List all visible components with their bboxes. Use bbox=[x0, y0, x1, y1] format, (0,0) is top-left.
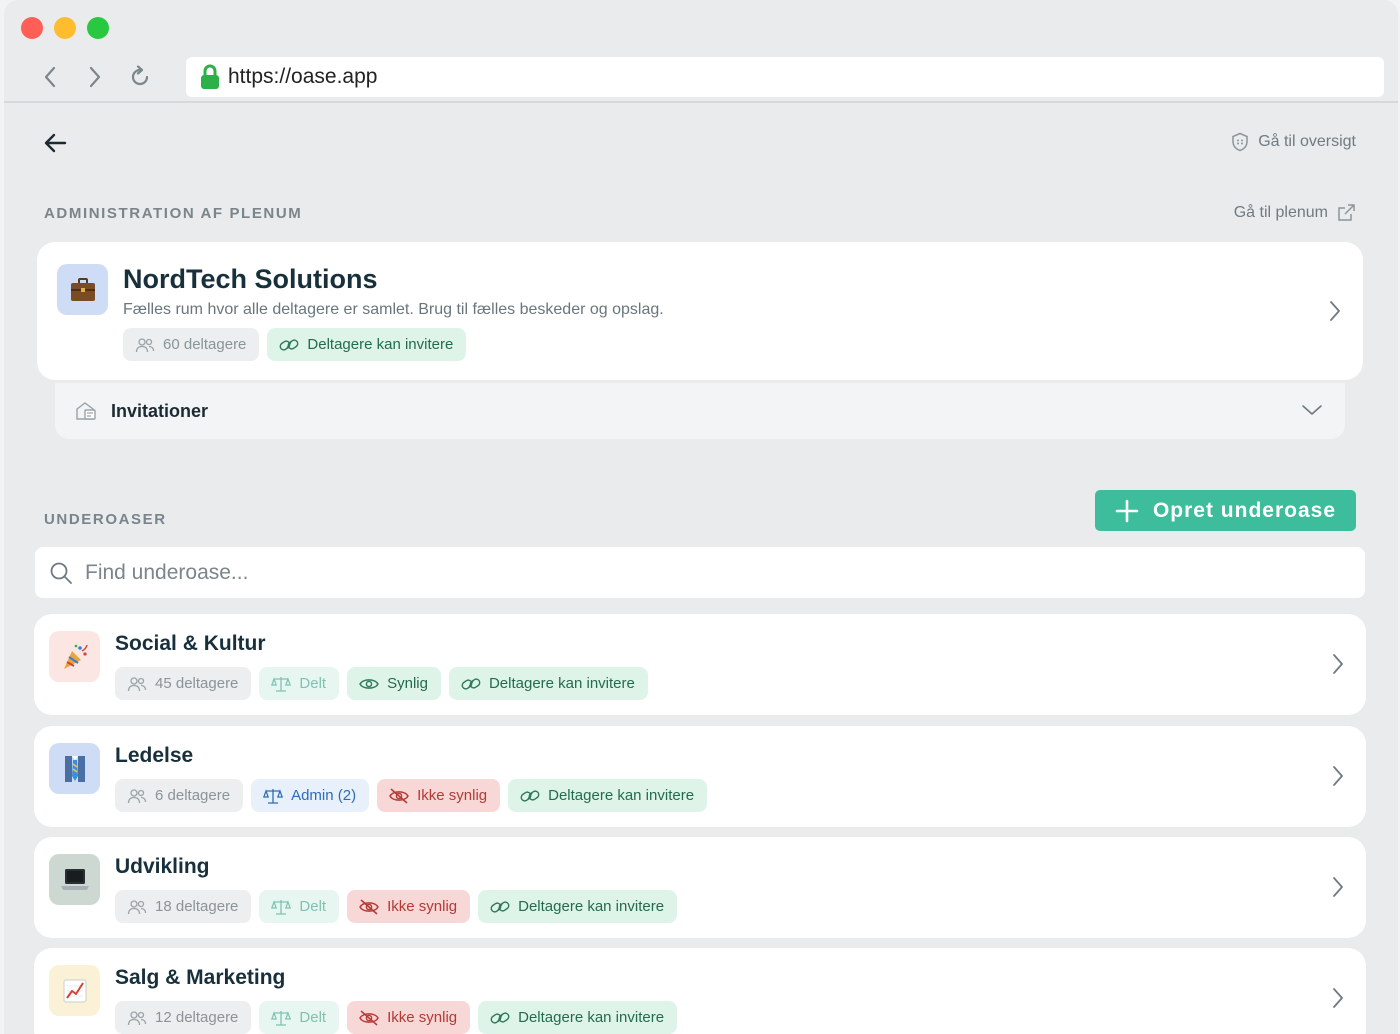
people-icon bbox=[127, 788, 147, 803]
members-badge: 60 deltagere bbox=[123, 328, 260, 361]
role-badge: Admin (2) bbox=[251, 779, 370, 812]
sub-oasis-search[interactable] bbox=[35, 547, 1365, 598]
laptop-icon bbox=[49, 854, 100, 905]
browser-window: https://oase.app Gå til oversigt ADMINIS… bbox=[4, 0, 1398, 1034]
sub-oasis-card[interactable]: Social & Kultur 45 deltagere Delt Synlig… bbox=[34, 614, 1366, 715]
admin-section-label: ADMINISTRATION AF PLENUM bbox=[44, 205, 303, 222]
reload-icon[interactable] bbox=[125, 62, 155, 92]
chart-increasing-icon bbox=[49, 965, 100, 1016]
address-bar[interactable]: https://oase.app bbox=[186, 57, 1384, 97]
url-text: https://oase.app bbox=[228, 65, 378, 88]
members-badge: 18 deltagere bbox=[115, 890, 252, 923]
visibility-badge: Ikke synlig bbox=[377, 779, 501, 812]
create-sub-oasis-button[interactable]: Opret underoase bbox=[1095, 490, 1356, 531]
overview-link-label: Gå til oversigt bbox=[1258, 133, 1356, 150]
lock-icon bbox=[201, 64, 219, 89]
people-icon bbox=[127, 899, 147, 914]
sub-oasis-card[interactable]: Salg & Marketing 12 deltagere Delt Ikke … bbox=[34, 948, 1366, 1034]
invite-badge: Deltagere kan invitere bbox=[478, 1001, 678, 1034]
shield-icon bbox=[1232, 132, 1248, 152]
sub-oasis-name: Social & Kultur bbox=[115, 632, 266, 655]
invitations-label: Invitationer bbox=[111, 400, 209, 421]
external-link-icon bbox=[1338, 204, 1355, 221]
necktie-icon bbox=[49, 743, 100, 794]
go-to-overview-link[interactable]: Gå til oversigt bbox=[1230, 132, 1356, 152]
chevron-down-icon bbox=[1302, 405, 1322, 415]
scales-icon bbox=[271, 899, 292, 915]
eye-off-icon bbox=[359, 1009, 379, 1026]
members-badge: 12 deltagere bbox=[115, 1001, 252, 1034]
sub-oasis-card[interactable]: Ledelse 6 deltagere Admin (2) Ikke synli… bbox=[34, 726, 1366, 827]
scales-icon bbox=[263, 788, 284, 804]
plenum-card[interactable]: NordTech Solutions Fælles rum hvor alle … bbox=[37, 242, 1363, 380]
subs-section-label: UNDEROASER bbox=[44, 511, 167, 528]
visibility-badge: Synlig bbox=[347, 667, 441, 700]
members-badge: 6 deltagere bbox=[115, 779, 244, 812]
browser-forward-icon[interactable] bbox=[80, 62, 110, 92]
browser-back-icon[interactable] bbox=[35, 62, 65, 92]
chevron-right-icon bbox=[1333, 877, 1343, 897]
visibility-badge: Ikke synlig bbox=[347, 1001, 471, 1034]
chevron-right-icon bbox=[1333, 766, 1343, 786]
briefcase-icon bbox=[57, 264, 108, 315]
invite-badge: Deltagere kan invitere bbox=[478, 890, 678, 923]
link-icon bbox=[461, 677, 481, 690]
sub-oasis-card[interactable]: Udvikling 18 deltagere Delt Ikke synlig … bbox=[34, 837, 1366, 938]
close-window-button[interactable] bbox=[21, 17, 43, 39]
chevron-right-icon bbox=[1333, 654, 1343, 674]
sub-oasis-name: Ledelse bbox=[115, 744, 194, 767]
org-name: NordTech Solutions bbox=[123, 264, 378, 294]
search-icon bbox=[50, 562, 72, 584]
search-input[interactable] bbox=[85, 560, 1085, 585]
invite-badge: Deltagere kan invitere bbox=[508, 779, 708, 812]
link-icon bbox=[490, 900, 510, 913]
link-icon bbox=[520, 789, 540, 802]
invitation-envelope-icon bbox=[76, 402, 96, 420]
chevron-right-icon bbox=[1333, 988, 1343, 1008]
go-to-plenum-link[interactable]: Gå til plenum bbox=[1234, 203, 1356, 223]
invite-badge: Deltagere kan invitere bbox=[267, 328, 467, 361]
people-icon bbox=[135, 337, 155, 352]
toolbar-divider bbox=[4, 101, 1398, 103]
link-icon bbox=[279, 338, 299, 351]
chevron-right-icon bbox=[1330, 301, 1340, 321]
visibility-badge: Ikke synlig bbox=[347, 890, 471, 923]
back-arrow-icon[interactable] bbox=[40, 128, 70, 158]
sub-oasis-name: Salg & Marketing bbox=[115, 966, 286, 989]
role-badge: Delt bbox=[259, 1001, 340, 1034]
people-icon bbox=[127, 676, 147, 691]
plenum-link-label: Gå til plenum bbox=[1233, 204, 1328, 221]
scales-icon bbox=[271, 676, 292, 692]
eye-off-icon bbox=[359, 898, 379, 915]
invitations-toggle[interactable]: Invitationer bbox=[55, 383, 1345, 439]
sub-oasis-name: Udvikling bbox=[115, 855, 210, 878]
people-icon bbox=[127, 1010, 147, 1025]
invite-badge: Deltagere kan invitere bbox=[448, 667, 648, 700]
party-popper-icon bbox=[49, 631, 100, 682]
org-description: Fælles rum hvor alle deltagere er samlet… bbox=[123, 301, 664, 318]
scales-icon bbox=[271, 1010, 292, 1026]
members-badge: 45 deltagere bbox=[115, 667, 252, 700]
maximize-window-button[interactable] bbox=[87, 17, 109, 39]
minimize-window-button[interactable] bbox=[54, 17, 76, 39]
plus-icon bbox=[1115, 499, 1139, 522]
link-icon bbox=[490, 1011, 510, 1024]
eye-off-icon bbox=[389, 787, 409, 804]
eye-icon bbox=[359, 678, 379, 689]
role-badge: Delt bbox=[259, 890, 340, 923]
role-badge: Delt bbox=[259, 667, 340, 700]
